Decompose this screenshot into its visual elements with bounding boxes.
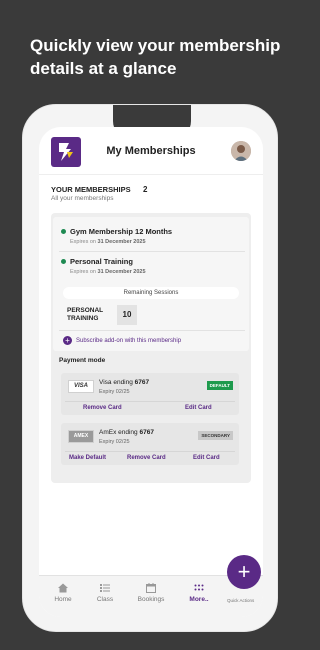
default-badge: DEFAULT bbox=[206, 381, 233, 390]
plus-circle-icon: + bbox=[63, 336, 72, 345]
page-title: My Memberships bbox=[106, 145, 196, 157]
card-title: AmEx ending 6767 bbox=[99, 429, 154, 436]
payment-card-visa: VISA Visa ending 6767 Expiry 02/25 DEFAU… bbox=[61, 373, 239, 415]
visa-logo-icon: VISA bbox=[68, 380, 94, 393]
quick-actions-label: Quick Actions bbox=[227, 598, 255, 603]
tab-more[interactable]: More.. bbox=[179, 582, 219, 603]
quick-actions-button[interactable]: + bbox=[227, 555, 261, 589]
card-expiry: Expiry 02/25 bbox=[99, 439, 130, 445]
avatar[interactable] bbox=[231, 141, 251, 161]
tab-label: Home bbox=[54, 596, 72, 603]
membership-expiry: Expires on 31 December 2025 bbox=[70, 269, 146, 275]
tab-class[interactable]: Class bbox=[85, 582, 125, 603]
session-type-label: PERSONAL TRAINING bbox=[67, 307, 103, 322]
session-count: 10 bbox=[117, 305, 137, 325]
more-dots-icon bbox=[194, 584, 204, 591]
membership-name: Gym Membership 12 Months bbox=[70, 227, 173, 236]
tab-label: Class bbox=[96, 596, 114, 603]
list-icon bbox=[100, 584, 110, 592]
memberships-count: 2 bbox=[143, 185, 148, 194]
memberships-heading: YOUR MEMBERSHIPS bbox=[51, 185, 131, 194]
secondary-badge: SECONDARY bbox=[198, 431, 233, 440]
edit-card-button[interactable]: Edit Card bbox=[185, 405, 212, 411]
app-screen: My Memberships YOUR MEMBERSHIPS 2 All yo… bbox=[39, 127, 263, 617]
user-avatar-icon bbox=[231, 141, 251, 161]
active-status-dot-icon bbox=[61, 229, 66, 234]
make-default-button[interactable]: Make Default bbox=[69, 455, 106, 461]
divider bbox=[65, 401, 235, 402]
payment-mode-heading: Payment mode bbox=[59, 357, 106, 364]
edit-card-button[interactable]: Edit Card bbox=[193, 455, 220, 461]
marketing-headline: Quickly view your membership details at … bbox=[30, 36, 281, 78]
memberships-subheading: All your memberships bbox=[51, 195, 114, 202]
home-icon bbox=[58, 583, 68, 593]
memberships-panel: Gym Membership 12 Months Expires on 31 D… bbox=[51, 213, 251, 483]
phone-frame: My Memberships YOUR MEMBERSHIPS 2 All yo… bbox=[22, 104, 278, 632]
card-title: Visa ending 6767 bbox=[99, 379, 150, 386]
calendar-icon bbox=[146, 583, 156, 593]
payment-card-amex: AMEX AmEx ending 6767 Expiry 02/25 SECON… bbox=[61, 423, 239, 465]
remove-card-button[interactable]: Remove Card bbox=[83, 405, 122, 411]
membership-expiry: Expires on 31 December 2025 bbox=[70, 239, 146, 245]
membership-name: Personal Training bbox=[70, 257, 133, 266]
amex-logo-icon: AMEX bbox=[68, 430, 94, 443]
active-status-dot-icon bbox=[61, 259, 66, 264]
subscribe-addon-link[interactable]: + Subscribe add-on with this membership bbox=[63, 336, 181, 345]
divider bbox=[65, 451, 235, 452]
plus-icon: + bbox=[237, 559, 251, 584]
remaining-sessions-label: Remaining Sessions bbox=[63, 287, 239, 299]
app-bar: My Memberships bbox=[39, 137, 263, 175]
tab-home[interactable]: Home bbox=[43, 582, 83, 603]
subscribe-addon-label: Subscribe add-on with this membership bbox=[76, 337, 182, 344]
tab-label: Bookings bbox=[137, 596, 165, 603]
tab-bookings[interactable]: Bookings bbox=[131, 582, 171, 603]
tab-label: More.. bbox=[189, 596, 209, 603]
remove-card-button[interactable]: Remove Card bbox=[127, 455, 166, 461]
membership-card: Gym Membership 12 Months Expires on 31 D… bbox=[53, 217, 249, 351]
divider bbox=[59, 330, 245, 331]
card-expiry: Expiry 02/25 bbox=[99, 389, 130, 395]
divider bbox=[59, 251, 245, 252]
